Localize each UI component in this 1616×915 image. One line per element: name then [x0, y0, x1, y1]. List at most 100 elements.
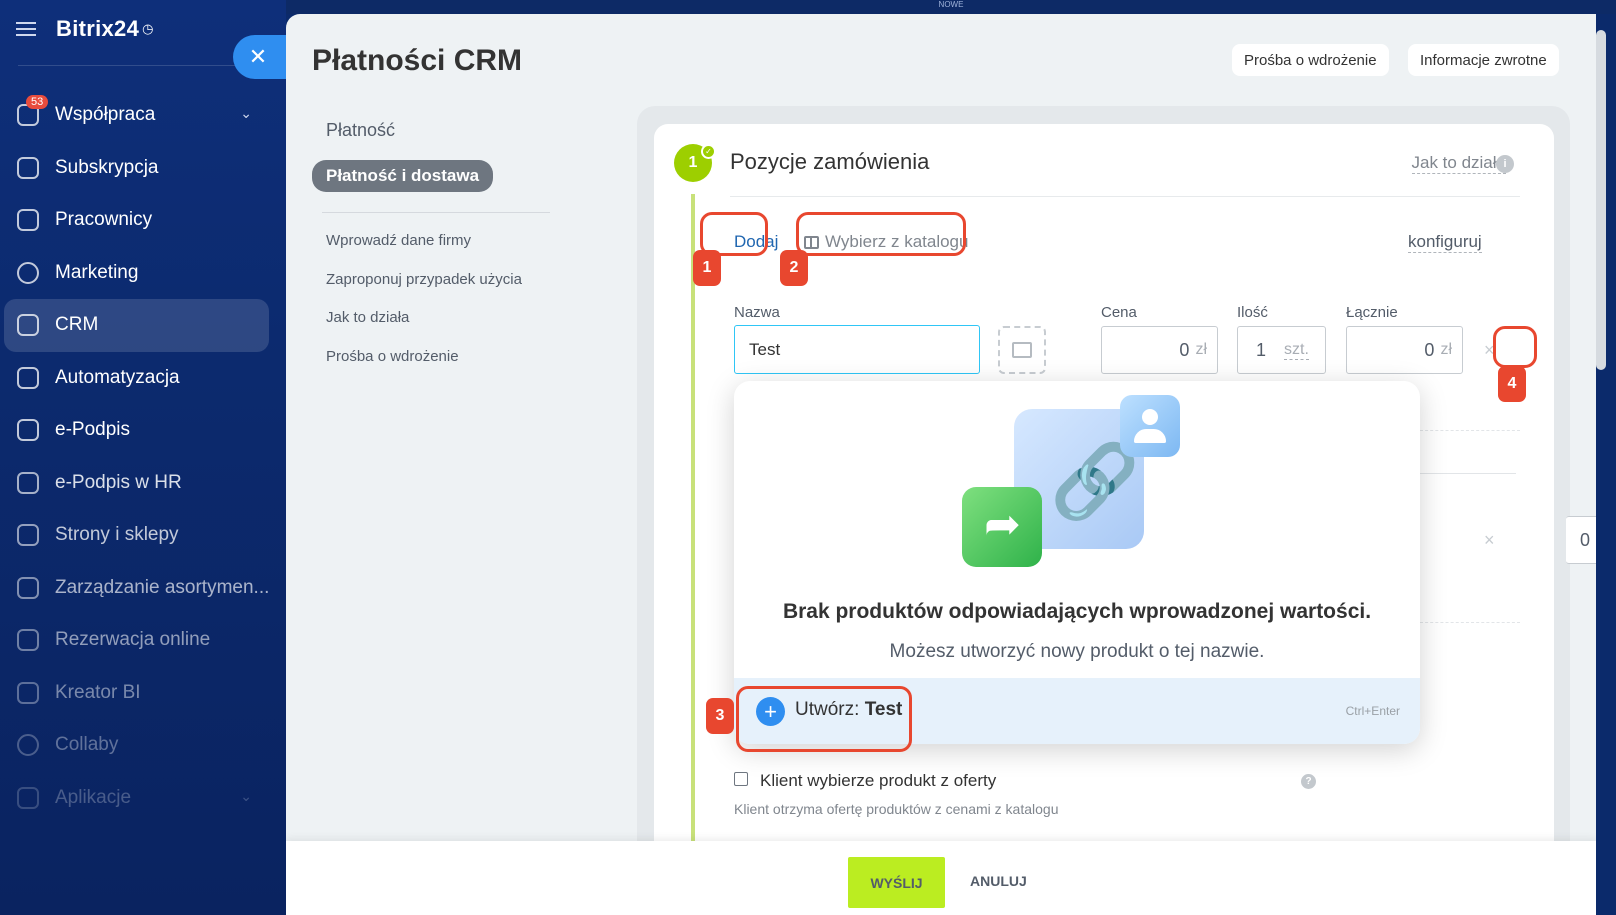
section-title: Pozycje zamówienia: [730, 149, 930, 174]
chevron-down-icon[interactable]: ⌄: [240, 788, 252, 805]
total-value-row2: 0: [1580, 529, 1591, 550]
panel-scrollbar[interactable]: [1596, 30, 1606, 370]
clock-icon: ◷: [142, 21, 154, 36]
employees-icon: [17, 209, 39, 231]
sidebar-nav: 53 Współpraca ⌄ Subskrypcja Pracownicy M…: [0, 89, 286, 824]
sidebar-item-asortyment[interactable]: Zarządzanie asortymen...: [0, 562, 286, 615]
sidebar-item-label: Kreator BI: [55, 681, 141, 703]
sidebar-item-pracownicy[interactable]: Pracownicy: [0, 194, 286, 247]
annotation-outline-3: [736, 686, 912, 752]
sidebar-item-rezerwacja[interactable]: Rezerwacja online: [0, 614, 286, 667]
sidebar-item-label: Współpraca: [55, 104, 156, 126]
page-title: Płatności CRM: [312, 44, 523, 77]
notification-badge: 53: [26, 95, 49, 109]
sidebar-item-label: e-Podpis w HR: [55, 471, 182, 493]
cart-icon: [17, 524, 39, 546]
empty-state-subtitle: Możesz utworzyć nowy produkt o tej nazwi…: [889, 641, 1265, 662]
sidebar-item-strony[interactable]: Strony i sklepy: [0, 509, 286, 562]
sidebar-item-marketing[interactable]: Marketing: [0, 247, 286, 300]
apps-icon: [17, 786, 39, 809]
price-currency: zł: [1195, 341, 1207, 358]
product-image-placeholder[interactable]: [998, 326, 1046, 374]
left-nav: Płatność Płatność i dostawa Wprowadź dan…: [312, 114, 552, 376]
cancel-button[interactable]: ANULUJ: [970, 873, 1027, 889]
left-nav-link-use-case[interactable]: Zaproponuj przypadek użycia: [326, 261, 552, 300]
sidebar-item-label: Subskrypcja: [55, 156, 159, 178]
inventory-icon: [17, 576, 39, 599]
total-field-row2: 0 zł: [1566, 516, 1596, 564]
sidebar-item-collaby[interactable]: Collaby: [0, 719, 286, 772]
left-nav-link-implementation-request[interactable]: Prośba o wdrożenie: [326, 338, 552, 377]
sidebar-item-e-podpis-hr[interactable]: e-Podpis w HR: [0, 457, 286, 510]
send-button[interactable]: WYŚLIJ: [848, 857, 945, 908]
sidebar-item-label: Zarządzanie asortymen...: [55, 576, 270, 598]
product-name-input[interactable]: [734, 325, 980, 374]
price-input[interactable]: 0 zł: [1101, 326, 1218, 374]
implementation-request-button[interactable]: Prośba o wdrożenie: [1232, 44, 1389, 76]
sidebar: Bitrix24 ◷ 53 Współpraca ⌄ Subskrypcja P…: [0, 0, 286, 915]
left-nav-link-how-it-works[interactable]: Jak to działa: [326, 299, 552, 338]
client-chooses-label[interactable]: Klient wybierze produkt z oferty: [760, 771, 996, 791]
subscription-icon: [17, 156, 39, 179]
sidebar-item-label: Rezerwacja online: [55, 629, 211, 651]
how-it-works-link[interactable]: Jak to działa: [1411, 153, 1506, 174]
calendar-icon: [17, 629, 39, 651]
left-nav-divider: [322, 212, 550, 213]
left-nav-link-company-data[interactable]: Wprowadź dane firmy: [326, 222, 552, 261]
annotation-outline-4: [1493, 326, 1537, 368]
sidebar-item-label: CRM: [55, 314, 99, 336]
sidebar-item-label: Aplikacje: [55, 786, 132, 808]
menu-icon[interactable]: [16, 22, 36, 36]
sidebar-divider: [18, 65, 258, 66]
price-value: 0: [1179, 339, 1190, 360]
bar-chart-icon: [17, 681, 39, 704]
remove-row2-button[interactable]: ×: [1484, 530, 1495, 551]
collaby-icon: [17, 734, 39, 756]
chevron-down-icon[interactable]: ⌄: [240, 105, 252, 122]
left-nav-item-platnosc-i-dostawa[interactable]: Płatność i dostawa: [312, 160, 494, 192]
sidebar-item-subskrypcja[interactable]: Subskrypcja: [0, 142, 286, 195]
top-strip: NOWE: [286, 0, 1616, 14]
total-currency: zł: [1440, 341, 1452, 358]
column-qty: Ilość: [1237, 304, 1268, 321]
info-icon[interactable]: i: [1496, 155, 1514, 173]
annotation-badge-1: 1: [693, 250, 721, 286]
section-divider: [730, 196, 1520, 197]
quantity-input[interactable]: 1 szt.: [1237, 326, 1326, 374]
robot-icon: [17, 366, 39, 389]
sidebar-item-label: Pracownicy: [55, 209, 153, 231]
annotation-badge-3: 3: [706, 698, 734, 734]
sidebar-item-e-podpis[interactable]: e-Podpis: [0, 404, 286, 457]
help-icon[interactable]: ?: [1301, 774, 1316, 789]
client-chooses-description: Klient otrzyma ofertę produktów z cenami…: [734, 801, 1059, 817]
sidebar-item-wspolpraca[interactable]: 53 Współpraca ⌄: [0, 89, 286, 142]
brand-name[interactable]: Bitrix24: [56, 16, 139, 42]
sidebar-item-crm[interactable]: CRM: [4, 299, 269, 352]
filter-icon: [17, 314, 39, 336]
top-strip-label: NOWE: [938, 0, 964, 9]
row-divider: [1420, 622, 1520, 623]
configure-link[interactable]: konfiguruj: [1408, 232, 1482, 253]
pen-icon: [17, 419, 39, 441]
feedback-button[interactable]: Informacje zwrotne: [1408, 44, 1559, 76]
sidebar-item-label: Strony i sklepy: [55, 524, 179, 546]
footer-bar: WYŚLIJ ANULUJ: [286, 841, 1596, 915]
sidebar-item-aplikacje[interactable]: Aplikacje ⌄: [0, 772, 286, 825]
close-slider-button[interactable]: ✕: [233, 35, 289, 79]
column-price: Cena: [1101, 304, 1137, 321]
quantity-unit[interactable]: szt.: [1284, 341, 1309, 360]
row-divider: [1420, 473, 1516, 474]
slider-panel: Płatności CRM Prośba o wdrożenie Informa…: [286, 14, 1596, 915]
annotation-badge-4: 4: [1498, 366, 1526, 402]
brand: Bitrix24 ◷: [16, 16, 153, 42]
column-name: Nazwa: [734, 304, 780, 321]
empty-state-illustration: 🔗 ➦: [962, 395, 1192, 571]
image-icon: [1012, 342, 1032, 358]
client-chooses-checkbox[interactable]: [734, 772, 748, 786]
quantity-value: 1: [1256, 339, 1267, 360]
empty-state-title: Brak produktów odpowiadających wprowadzo…: [782, 600, 1372, 623]
sidebar-item-automatyzacja[interactable]: Automatyzacja: [0, 352, 286, 405]
left-nav-item-platnosc[interactable]: Płatność: [326, 120, 552, 141]
sidebar-item-kreator-bi[interactable]: Kreator BI: [0, 667, 286, 720]
document-sign-icon: [17, 471, 39, 494]
